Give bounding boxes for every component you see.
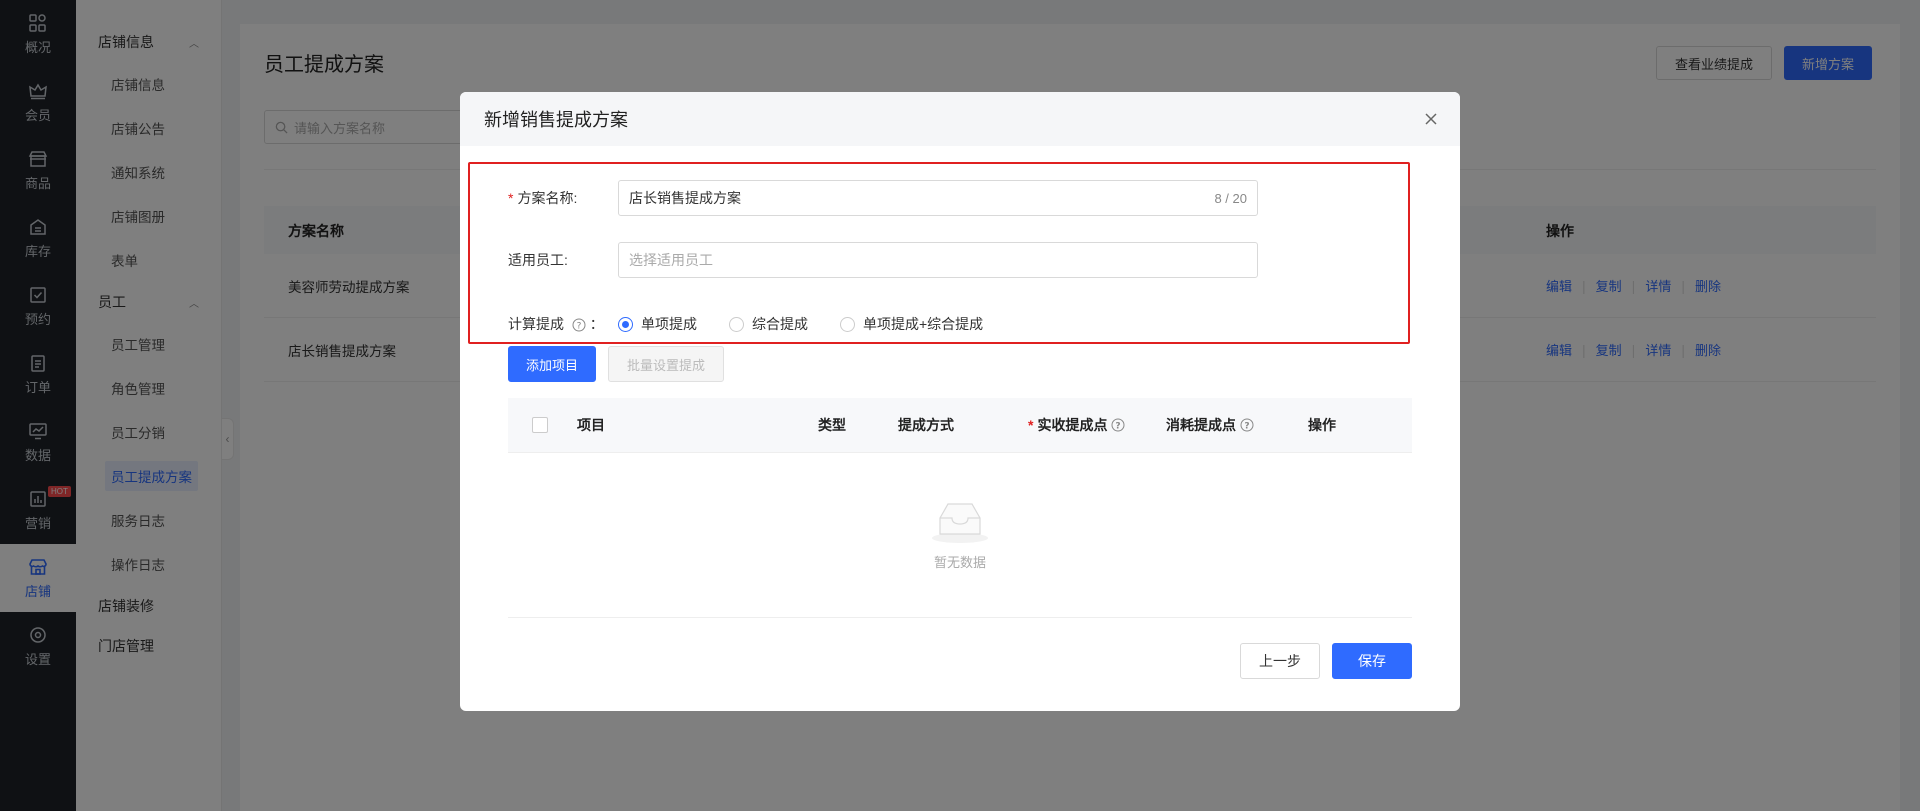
radio-label: 综合提成 xyxy=(752,316,808,332)
question-circle-icon[interactable]: ? xyxy=(1111,418,1125,432)
batch-set-button[interactable]: 批量设置提成 xyxy=(608,346,724,382)
plan-name-row: * 方案名称: 店长销售提成方案 8 / 20 xyxy=(508,180,1258,216)
radio-single-commission[interactable]: 单项提成 xyxy=(618,314,697,334)
select-all-checkbox[interactable] xyxy=(532,417,548,433)
radio-label: 单项提成+综合提成 xyxy=(863,316,984,332)
plan-name-label: * 方案名称: xyxy=(508,190,578,206)
calc-row: 计算提成 ? ： 单项提成 综合提成 单项提成+综合提成 xyxy=(508,314,1015,334)
col-consume-rate: 消耗提成点 ? xyxy=(1166,398,1254,452)
radio-label: 单项提成 xyxy=(641,316,697,332)
question-circle-icon[interactable]: ? xyxy=(572,318,586,332)
col-actual-rate: * 实收提成点 ? xyxy=(1028,398,1125,452)
empty-inbox-icon xyxy=(932,502,988,543)
radio-dot xyxy=(840,316,855,332)
svg-text:?: ? xyxy=(1116,422,1121,432)
save-button[interactable]: 保存 xyxy=(1332,643,1412,679)
staff-label: 适用员工: xyxy=(508,252,568,268)
staff-placeholder: 选择适用员工 xyxy=(629,252,713,268)
radio-both-commission[interactable]: 单项提成+综合提成 xyxy=(840,314,983,334)
col-ops: 操作 xyxy=(1308,417,1336,433)
calc-label: 计算提成 ? ： xyxy=(508,316,604,332)
radio-dot xyxy=(729,316,744,332)
question-circle-icon[interactable]: ? xyxy=(1240,418,1254,432)
modal-title: 新增销售提成方案 xyxy=(484,110,628,130)
plan-name-value: 店长销售提成方案 xyxy=(629,190,741,206)
col-method: 提成方式 xyxy=(898,417,954,433)
staff-select[interactable]: 选择适用员工 xyxy=(618,242,1258,278)
prev-step-button[interactable]: 上一步 xyxy=(1240,643,1320,679)
empty-text: 暂无数据 xyxy=(933,554,986,570)
col-item: 项目 xyxy=(577,417,605,433)
col-type: 类型 xyxy=(818,417,846,433)
radio-dot xyxy=(618,316,633,332)
char-counter: 8 / 20 xyxy=(1214,190,1247,206)
items-table-header: 项目 类型 提成方式 * 实收提成点 ? 消耗提成点 ? 操作 xyxy=(508,398,1412,452)
svg-text:?: ? xyxy=(577,322,582,332)
staff-row: 适用员工: 选择适用员工 xyxy=(508,242,1258,278)
items-table: 项目 类型 提成方式 * 实收提成点 ? 消耗提成点 ? 操作 xyxy=(508,398,1412,452)
new-commission-plan-modal: 新增销售提成方案 * 方案名称: 店长销售提成方案 8 / 20 适用员工: 选择… xyxy=(460,92,1460,711)
modal-header: 新增销售提成方案 xyxy=(460,92,1460,146)
radio-combined-commission[interactable]: 综合提成 xyxy=(729,314,808,334)
add-item-button[interactable]: 添加项目 xyxy=(508,346,596,382)
empty-state: 暂无数据 xyxy=(508,452,1412,618)
plan-name-input[interactable]: 店长销售提成方案 8 / 20 xyxy=(618,180,1258,216)
svg-text:?: ? xyxy=(1244,422,1249,432)
close-icon[interactable] xyxy=(1420,108,1442,130)
